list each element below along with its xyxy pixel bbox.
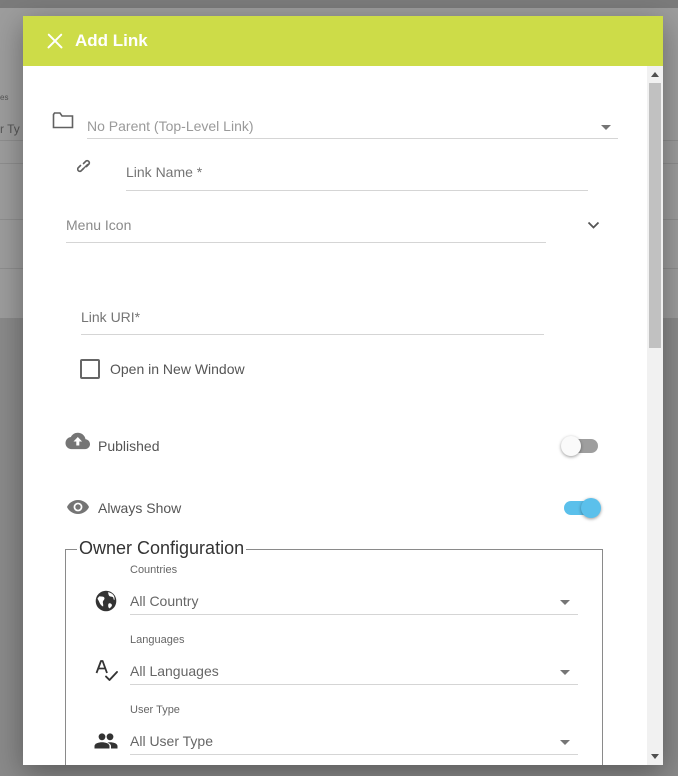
menu-icon-underline: [66, 242, 546, 243]
link-uri-underline: [81, 334, 544, 335]
eye-icon: [67, 500, 89, 514]
always-show-label: Always Show: [98, 500, 182, 516]
background-fragment-top: es: [0, 93, 9, 102]
people-icon: [94, 733, 118, 749]
cloud-upload-icon: [65, 432, 90, 450]
link-uri-input[interactable]: [81, 307, 541, 327]
user-type-select[interactable]: All User Type: [130, 732, 578, 752]
dialog-body: No Parent (Top-Level Link) Menu Icon: [23, 66, 647, 765]
dialog-title: Add Link: [75, 31, 148, 50]
dialog-header: Add Link: [23, 16, 663, 66]
parent-select[interactable]: No Parent (Top-Level Link): [87, 116, 618, 140]
scroll-down-icon[interactable]: [651, 754, 659, 759]
menu-icon-select[interactable]: Menu Icon: [66, 216, 604, 240]
languages-underline: [130, 684, 578, 685]
chevron-down-icon: [587, 221, 600, 229]
languages-value: All Languages: [130, 663, 219, 679]
countries-label: Countries: [130, 564, 178, 576]
always-show-toggle[interactable]: [564, 498, 601, 518]
languages-select[interactable]: All Languages: [130, 662, 578, 682]
open-new-window-checkbox[interactable]: [80, 359, 100, 379]
caret-down-icon: [560, 740, 570, 745]
owner-configuration-legend: Owner Configuration: [77, 538, 247, 559]
globe-icon: [95, 590, 117, 612]
countries-value: All Country: [130, 593, 199, 609]
link-name-underline: [126, 190, 588, 191]
caret-down-icon: [560, 600, 570, 605]
parent-select-underline: [87, 138, 618, 139]
published-toggle-thumb: [561, 436, 581, 456]
caret-down-icon: [560, 670, 570, 675]
menu-icon-label: Menu Icon: [66, 217, 132, 233]
user-type-value: All User Type: [130, 733, 213, 749]
published-label: Published: [98, 438, 160, 454]
close-icon[interactable]: [44, 30, 66, 52]
folder-icon: [52, 112, 74, 129]
chevron-down-icon: [601, 125, 611, 130]
open-new-window-label: Open in New Window: [110, 361, 245, 377]
user-type-label: User Type: [130, 704, 180, 716]
background-topbar: [0, 0, 678, 8]
add-link-dialog: Add Link No Parent (Top-Level Link) Menu…: [23, 16, 663, 765]
scroll-up-icon[interactable]: [651, 72, 659, 77]
parent-select-value: No Parent (Top-Level Link): [87, 118, 254, 134]
user-type-underline: [130, 754, 578, 755]
published-toggle[interactable]: [561, 436, 598, 456]
always-show-toggle-thumb: [581, 498, 601, 518]
languages-label: Languages: [130, 634, 185, 646]
dialog-scrollbar[interactable]: [647, 66, 663, 765]
background-fragment-left: r Ty: [0, 122, 20, 136]
scrollbar-thumb[interactable]: [649, 83, 661, 348]
link-icon: [77, 159, 91, 173]
spellcheck-icon: [95, 660, 118, 681]
link-name-input[interactable]: [126, 162, 586, 182]
countries-select[interactable]: All Country: [130, 592, 578, 612]
countries-underline: [130, 614, 578, 615]
